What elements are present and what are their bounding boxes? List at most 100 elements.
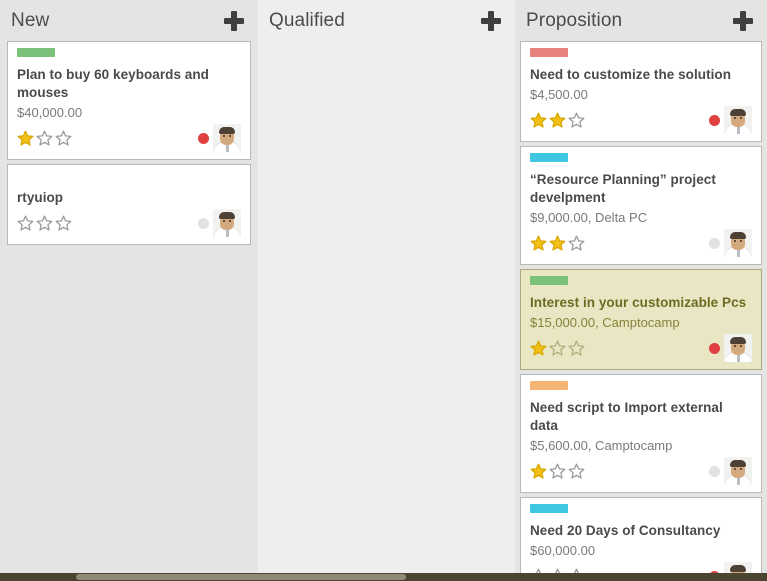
avatar-eye-right [740,117,742,119]
avatar-hair [219,127,235,134]
avatar-eye-left [734,468,736,470]
avatar-eye-right [740,240,742,242]
star-icon[interactable] [568,463,585,480]
avatar-hair [730,460,746,467]
column-title-new: New [11,9,50,31]
column-header-qualified: Qualified [258,0,515,41]
avatar[interactable] [724,457,752,485]
status-dot-gray[interactable] [198,217,209,229]
add-card-button-proposition[interactable] [733,10,753,31]
star-icon[interactable] [530,463,547,480]
star-icon[interactable] [17,215,34,232]
status-dot-red[interactable] [709,342,720,354]
star-icon[interactable] [55,130,72,147]
card-rating[interactable] [530,463,585,480]
card-meta [198,209,241,237]
avatar-eye-left [734,117,736,119]
column-title-proposition: Proposition [526,9,623,31]
star-icon[interactable] [549,112,566,129]
card-meta [198,124,241,152]
card-title: Interest in your customizable Pcs [530,295,747,310]
card-subtitle: $5,600.00, Camptocamp [530,438,673,453]
avatar-hair [730,565,746,572]
card-meta [709,457,752,485]
avatar-eye-left [223,220,225,222]
card-footer [530,334,752,362]
avatar-eye-right [229,135,231,137]
card-tag [530,153,568,162]
column-cards-qualified [258,41,515,575]
card-title: rtyuiop [17,190,64,205]
star-icon[interactable] [530,112,547,129]
avatar[interactable] [724,106,752,134]
card-footer [530,106,752,134]
card-rating[interactable] [530,112,585,129]
add-card-button-qualified[interactable] [481,10,501,31]
card-title: “Resource Planning” project develpment [530,172,716,205]
kanban-column-proposition: Proposition Need to customize the solutio… [515,0,767,575]
star-icon[interactable] [17,130,34,147]
card-footer [530,457,752,485]
kanban-card[interactable]: Plan to buy 60 keyboards and mouses $40,0… [7,41,251,160]
column-cards-new: Plan to buy 60 keyboards and mouses $40,0… [0,41,258,575]
scrollbar-thumb[interactable] [76,574,406,580]
kanban-column-qualified: Qualified [258,0,515,575]
card-footer [530,229,752,257]
card-subtitle: $40,000.00 [17,105,83,120]
star-icon[interactable] [530,235,547,252]
card-meta [709,334,752,362]
status-dot-red[interactable] [709,114,720,126]
star-icon[interactable] [55,215,72,232]
card-rating[interactable] [17,215,72,232]
avatar[interactable] [213,209,241,237]
star-icon[interactable] [36,215,53,232]
column-cards-proposition: Need to customize the solution $4,500.00 “… [515,41,767,575]
card-footer [17,209,241,237]
avatar-hair [219,212,235,219]
kanban-card[interactable]: Need script to Import external data $5,60… [520,374,762,493]
card-meta [709,106,752,134]
avatar-hair [730,232,746,239]
star-icon[interactable] [549,340,566,357]
card-title: Need 20 Days of Consultancy [530,523,721,538]
star-icon[interactable] [568,340,585,357]
avatar-hair [730,337,746,344]
card-footer [17,124,241,152]
card-rating[interactable] [17,130,72,147]
column-title-qualified: Qualified [269,9,345,31]
card-meta [709,229,752,257]
add-card-button-new[interactable] [224,10,244,31]
card-rating[interactable] [530,235,585,252]
card-title: Need to customize the solution [530,67,732,82]
star-icon[interactable] [549,235,566,252]
avatar-eye-left [734,345,736,347]
kanban-card[interactable]: Need to customize the solution $4,500.00 [520,41,762,142]
avatar-eye-right [740,468,742,470]
kanban-card[interactable]: rtyuiop [7,164,251,245]
card-rating[interactable] [530,340,585,357]
status-dot-gray[interactable] [709,465,720,477]
card-tag [530,504,568,513]
avatar[interactable] [724,229,752,257]
avatar[interactable] [724,334,752,362]
card-title: Plan to buy 60 keyboards and mouses [17,67,209,100]
status-dot-red[interactable] [198,132,209,144]
star-icon[interactable] [549,463,566,480]
star-icon[interactable] [568,235,585,252]
star-icon[interactable] [530,340,547,357]
horizontal-scrollbar[interactable] [0,573,767,581]
avatar[interactable] [213,124,241,152]
kanban-card[interactable]: Need 20 Days of Consultancy $60,000.00 [520,497,762,575]
card-tag [530,276,568,285]
kanban-column-new: New Plan to buy 60 keyboards and mouses $4… [0,0,258,575]
card-subtitle: $4,500.00 [530,87,588,102]
card-subtitle: $9,000.00, Delta PC [530,210,648,225]
star-icon[interactable] [36,130,53,147]
status-dot-gray[interactable] [709,237,720,249]
card-title: Need script to Import external data [530,400,723,433]
kanban-card[interactable]: “Resource Planning” project develpment $9… [520,146,762,265]
card-tag [530,381,568,390]
card-tag [17,48,55,57]
kanban-card[interactable]: Interest in your customizable Pcs $15,000… [520,269,762,370]
star-icon[interactable] [568,112,585,129]
